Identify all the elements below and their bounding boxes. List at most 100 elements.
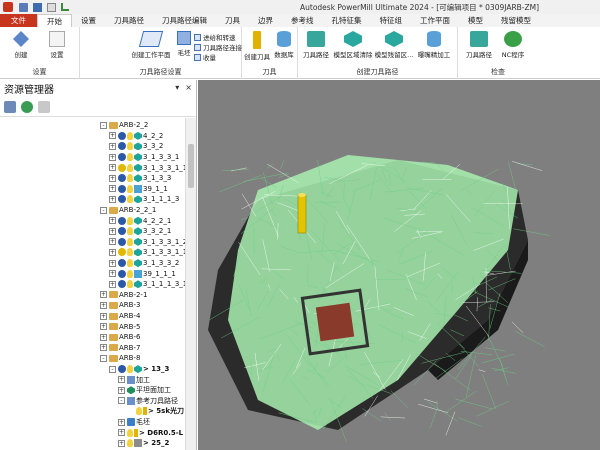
viewport-scene[interactable] <box>198 80 600 450</box>
expand-icon[interactable]: + <box>109 259 116 267</box>
status-ok-icon[interactable] <box>118 174 126 183</box>
status-ok-icon[interactable] <box>118 131 126 140</box>
tree-item[interactable]: + ARB-3 <box>100 300 140 311</box>
graphics-viewport[interactable] <box>198 80 600 450</box>
create-workplane-button[interactable]: 创建工作平面 <box>128 31 174 59</box>
collapse-icon[interactable]: - <box>100 121 107 129</box>
tree-item[interactable]: +4_2_2 <box>109 131 163 142</box>
expand-icon[interactable]: + <box>109 185 116 193</box>
lightbulb-icon[interactable] <box>127 248 133 257</box>
collapse-icon[interactable]: - <box>109 365 116 373</box>
expand-icon[interactable]: + <box>118 376 125 384</box>
tree-item[interactable]: + 加工 <box>118 374 150 385</box>
tool-database-button[interactable]: 数据库 <box>272 31 296 59</box>
scrollbar-thumb[interactable] <box>188 144 194 188</box>
feeds-speeds-button[interactable]: 进给和转速 <box>194 32 236 42</box>
collapse-icon[interactable]: - <box>118 397 125 405</box>
expand-icon[interactable]: + <box>118 429 125 437</box>
tree-item[interactable]: +3_1_1_1_3 <box>109 194 179 205</box>
expand-icon[interactable]: + <box>109 132 116 140</box>
tab-0[interactable]: 文件 <box>0 14 37 27</box>
tree-item[interactable]: + 毛坯 <box>118 417 150 428</box>
expand-icon[interactable]: + <box>100 301 107 309</box>
explorer-scrollbar[interactable] <box>185 118 196 450</box>
lightbulb-icon[interactable] <box>127 142 133 151</box>
expand-icon[interactable]: + <box>100 312 107 320</box>
tree-item[interactable]: - ARB-2_2_1 <box>100 205 156 216</box>
tree-item[interactable]: + ARB-4 <box>100 311 140 322</box>
print-icon[interactable] <box>47 2 56 12</box>
status-ok-icon[interactable] <box>118 280 126 289</box>
explorer-globe-icon[interactable] <box>21 100 33 113</box>
status-ok-icon[interactable] <box>118 269 126 278</box>
status-ok-icon[interactable] <box>118 195 126 204</box>
verify-toolpath-button[interactable]: 刀具路径 <box>462 31 496 59</box>
retract-button[interactable]: 收量 <box>194 52 216 62</box>
toolpath-connections-button[interactable]: 刀具路径连接 <box>194 42 242 52</box>
tree-item[interactable]: +3_1_3_3_1_1 <box>109 162 186 173</box>
lightbulb-icon[interactable] <box>127 365 133 374</box>
explorer-view-icon[interactable] <box>4 100 16 113</box>
lightbulb-icon[interactable] <box>127 174 133 183</box>
block-button[interactable]: 毛坯 <box>174 31 194 57</box>
lightbulb-icon[interactable] <box>127 280 133 289</box>
collapse-icon[interactable]: - <box>100 206 107 214</box>
lightbulb-icon[interactable] <box>127 184 133 193</box>
tab-3[interactable]: 刀具路径 <box>105 14 153 27</box>
lightbulb-icon[interactable] <box>127 237 133 246</box>
expand-icon[interactable]: + <box>109 142 116 150</box>
tab-4[interactable]: 刀具路径编辑 <box>153 14 216 27</box>
expand-icon[interactable]: + <box>118 418 125 426</box>
expand-icon[interactable]: + <box>100 333 107 341</box>
tree-item[interactable]: +3_3_2_1 <box>109 226 171 237</box>
lightbulb-icon[interactable] <box>127 195 133 204</box>
expand-icon[interactable]: + <box>109 164 116 172</box>
status-unknown-icon[interactable] <box>118 248 126 257</box>
tree-item[interactable]: +3_1_3_3_2 <box>109 258 179 269</box>
tab-11[interactable]: 模型 <box>459 14 492 27</box>
tree-item[interactable]: +3_1_3_3_1_1_1 <box>109 247 186 258</box>
swarf-finishing-button[interactable]: 曝嘴精加工 <box>414 31 454 59</box>
status-ok-icon[interactable] <box>118 184 126 193</box>
tree-item[interactable]: +39_1_1 <box>109 184 168 195</box>
tab-7[interactable]: 参考线 <box>282 14 323 27</box>
status-ok-icon[interactable] <box>118 237 126 246</box>
expand-icon[interactable]: + <box>109 238 116 246</box>
toolpath-strategy-button[interactable]: 刀具路径 <box>300 31 332 59</box>
lightbulb-icon[interactable] <box>127 227 133 236</box>
lightbulb-icon[interactable] <box>127 269 133 278</box>
expand-icon[interactable]: + <box>118 386 125 394</box>
tree-item[interactable]: + ARB-5 <box>100 321 140 332</box>
expand-icon[interactable]: + <box>109 270 116 278</box>
tab-6[interactable]: 边界 <box>249 14 282 27</box>
expand-icon[interactable]: + <box>100 344 107 352</box>
tree-item[interactable]: +3_1_3_3 <box>109 173 171 184</box>
tab-10[interactable]: 工作平面 <box>411 14 459 27</box>
tree-item[interactable]: + > 25_2 <box>118 438 169 449</box>
lightbulb-icon[interactable] <box>127 163 133 172</box>
tab-8[interactable]: 孔特征集 <box>323 14 371 27</box>
tree-item[interactable]: - 参考刀具路径 <box>118 396 178 407</box>
save-icon[interactable] <box>33 2 42 12</box>
status-ok-icon[interactable] <box>118 259 126 268</box>
status-unknown-icon[interactable] <box>118 163 126 172</box>
create-setup-button[interactable]: 创建 <box>6 31 36 59</box>
tree-item[interactable]: + 平坦面加工 <box>118 385 171 396</box>
tab-1[interactable]: 开始 <box>37 14 72 27</box>
setup-button[interactable]: 设置 <box>42 31 72 59</box>
expand-icon[interactable]: + <box>109 153 116 161</box>
expand-icon[interactable]: + <box>109 174 116 182</box>
status-ok-icon[interactable] <box>118 365 126 374</box>
tree-item[interactable]: +3_1_1_1_3_1 <box>109 279 186 290</box>
tree-item[interactable]: > 5sk光刀 <box>127 406 184 417</box>
new-icon[interactable] <box>19 2 28 12</box>
lightbulb-icon[interactable] <box>127 131 133 140</box>
create-tool-button[interactable]: 创建刀具 <box>244 31 270 61</box>
tab-9[interactable]: 特征组 <box>371 14 412 27</box>
lightbulb-icon[interactable] <box>127 216 133 225</box>
tab-12[interactable]: 残留模型 <box>492 14 540 27</box>
tree-item[interactable]: - > 13_3 <box>109 364 169 375</box>
tree-item[interactable]: +3_1_3_3_1 <box>109 152 179 163</box>
collapse-icon[interactable]: - <box>100 354 107 362</box>
pin-icon[interactable]: ▾ <box>175 83 179 92</box>
